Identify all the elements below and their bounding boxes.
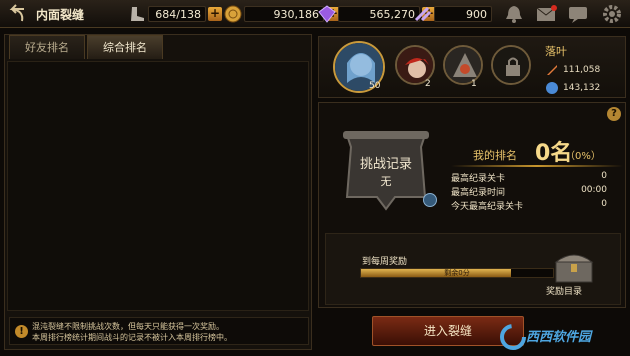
attack-stat: 111,058	[545, 63, 600, 77]
treasure-chest-icon[interactable]	[552, 248, 596, 286]
top-bar: 内面裂缝 684/138 + 930,186 + 565,270 + 900	[0, 0, 630, 28]
notice-line-2: 本周排行榜统计期间战斗的记录不被计入本周排行榜中。	[32, 333, 232, 342]
stat-value: 0	[601, 199, 607, 209]
stat-value: 0	[601, 171, 607, 181]
hero-2-level: 2	[425, 79, 431, 89]
stat-label: 最高纪录关卡	[451, 174, 506, 184]
ticket-icon	[412, 4, 434, 24]
my-rank-percent: （0%）	[565, 151, 601, 162]
help-icon[interactable]: ?	[607, 107, 621, 121]
team-panel: 50 2 1 落叶 111,058 143,132	[318, 36, 626, 98]
player-name: 落叶	[545, 45, 567, 58]
my-rank-label: 我的排名	[473, 149, 517, 162]
shield-icon	[545, 81, 559, 95]
boot-icon	[126, 4, 148, 24]
ranking-list[interactable]	[7, 61, 309, 311]
watermark-text: 西西软件园	[526, 330, 592, 345]
add-stamina-button[interactable]: +	[208, 7, 222, 21]
rules-notice: ! 混沌裂缝不限制挑战次数，但每天只能获得一次奖励。 本周排行榜统计期间战斗的记…	[9, 317, 309, 345]
gem-icon	[316, 4, 338, 24]
gold-value: 930,186	[244, 6, 324, 22]
ranking-panel: 好友排名 综合排名 ! 混沌裂缝不限制挑战次数，但每天只能获得一次奖励。 本周排…	[4, 34, 312, 350]
stat-row: 最高纪录关卡 0	[451, 171, 607, 184]
ticket-value: 900	[434, 6, 492, 22]
sword-icon	[545, 63, 559, 77]
hero-main-level: 50	[369, 81, 381, 91]
stat-label: 今天最高纪录关卡	[451, 202, 524, 212]
defense-stat: 143,132	[545, 81, 600, 95]
reward-catalog-label[interactable]: 奖励目录	[546, 284, 582, 297]
stamina-value: 684/138	[148, 6, 206, 22]
warning-icon: !	[15, 325, 28, 338]
gold-coin-icon	[222, 4, 244, 24]
page-title: 内面裂缝	[36, 8, 85, 22]
stamina-counter: 684/138 +	[126, 4, 222, 24]
bell-icon[interactable]	[502, 3, 526, 25]
gear-icon[interactable]	[600, 3, 624, 25]
ticket-counter: 900	[412, 4, 492, 24]
challenge-record-title: 挑战记录	[359, 157, 412, 172]
tab-friend-ranking[interactable]: 好友排名	[9, 35, 85, 59]
divider	[451, 165, 623, 167]
hero-3-level: 1	[471, 79, 477, 89]
chat-icon[interactable]	[566, 3, 590, 25]
locked-hero-slot[interactable]	[491, 45, 531, 85]
notice-line-1: 混沌裂缝不限制挑战次数，但每天只能获得一次奖励。	[32, 322, 224, 331]
stat-row: 今天最高纪录关卡 0	[451, 199, 607, 212]
back-arrow-icon[interactable]	[4, 3, 30, 25]
record-panel: ? 挑战记录 无 我的排名 0名 （0%） 最高纪录关卡 0 最高纪录时间 00…	[318, 102, 626, 308]
tab-overall-ranking[interactable]: 综合排名	[87, 35, 163, 59]
info-circle-icon[interactable]	[423, 193, 437, 207]
hero-portrait-3[interactable]	[443, 45, 483, 85]
challenge-record-value: 无	[380, 175, 392, 188]
weekly-progress-text: 剩余0分	[444, 269, 470, 277]
mail-icon[interactable]	[534, 3, 558, 25]
stat-value: 00:00	[581, 185, 607, 195]
weekly-reward-box: 到每周奖励 剩余0分 奖励目录	[325, 233, 621, 305]
weekly-reward-label: 到每周奖励	[362, 257, 408, 267]
stat-row: 最高纪录时间 00:00	[451, 185, 607, 198]
gem-value: 565,270	[338, 6, 420, 22]
defense-value: 143,132	[563, 83, 601, 93]
attack-value: 111,058	[563, 65, 601, 75]
stat-label: 最高纪录时间	[451, 188, 506, 198]
